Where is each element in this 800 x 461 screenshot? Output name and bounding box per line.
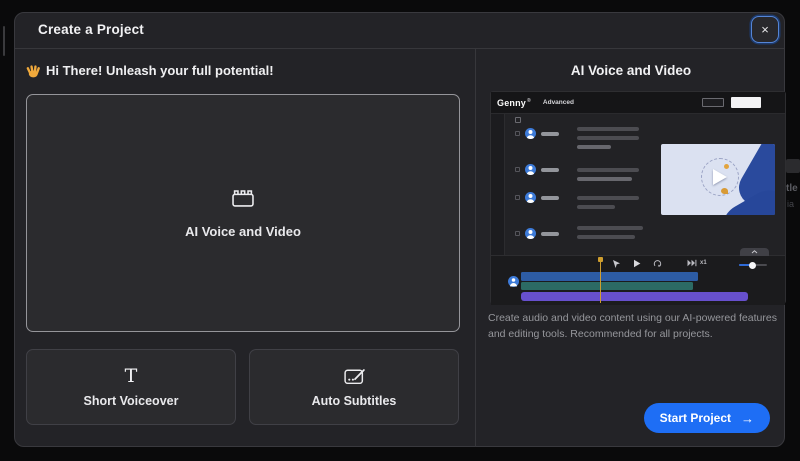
text-line-bar	[577, 177, 632, 181]
modal-title: Create a Project	[38, 22, 144, 37]
option-detail-pane: AI Voice and Video Genny® Advanced x1 Cr…	[475, 49, 786, 447]
play-button-icon	[634, 259, 641, 268]
speaker-name-bar	[541, 232, 559, 236]
timeline-collapse-tab	[740, 248, 769, 256]
background-fragment	[3, 26, 5, 56]
background-fragment	[786, 159, 800, 173]
text-line-bar	[577, 235, 635, 239]
advanced-label: Advanced	[542, 99, 574, 106]
row-checkbox	[515, 195, 520, 200]
row-checkbox	[515, 167, 520, 172]
voice-track	[521, 272, 698, 281]
option-label: Auto Subtitles	[311, 394, 397, 408]
speaker-name-bar	[541, 132, 559, 136]
skip-end-icon	[687, 259, 697, 267]
preview-solid-button	[731, 97, 761, 108]
text-line-bar	[577, 168, 639, 172]
speaker-name-bar	[541, 196, 559, 200]
start-project-button[interactable]: Start Project →	[643, 403, 770, 433]
speaker-avatar	[525, 228, 536, 239]
orange-dot	[721, 188, 728, 194]
wave-emoji-icon	[26, 65, 40, 78]
preview-outline-button	[702, 98, 724, 107]
greeting-text: Hi There! Unleash your full potential!	[46, 63, 274, 78]
play-icon	[713, 169, 727, 185]
text-line-bar	[577, 136, 639, 140]
option-ai-voice-and-video[interactable]: AI Voice and Video	[26, 94, 460, 332]
preview-script-area	[491, 114, 785, 255]
close-button[interactable]: ×	[751, 16, 779, 43]
background-fragment-text: tle	[786, 183, 798, 194]
background-fragment-text: ia	[787, 199, 795, 209]
playhead-cap	[598, 257, 603, 262]
preview-tool-icon	[515, 117, 521, 123]
text-line-bar	[577, 145, 611, 149]
text-icon: T	[124, 365, 138, 387]
option-short-voiceover[interactable]: T Short Voiceover	[26, 349, 236, 425]
row-checkbox	[515, 231, 520, 236]
preview-timeline: x1	[491, 248, 785, 305]
start-project-label: Start Project	[659, 411, 731, 425]
clapperboard-icon	[232, 190, 254, 207]
option-auto-subtitles[interactable]: Auto Subtitles	[249, 349, 459, 425]
option-description: Create audio and video content using our…	[488, 312, 777, 340]
text-line-bar	[577, 205, 615, 209]
project-options-pane: Hi There! Unleash your full potential! A…	[15, 49, 475, 447]
preview-topbar: Genny® Advanced	[491, 92, 785, 114]
loop-icon	[653, 260, 662, 267]
genny-logo: Genny®	[497, 97, 531, 108]
speaker-avatar	[525, 192, 536, 203]
speaker-avatar	[525, 128, 536, 139]
audio-track	[521, 282, 693, 290]
option-label: Short Voiceover	[83, 394, 179, 408]
row-checkbox	[515, 131, 520, 136]
subtitles-edit-icon	[343, 369, 365, 385]
greeting: Hi There! Unleash your full potential!	[26, 63, 274, 78]
text-line-bar	[577, 196, 639, 200]
speaker-avatar	[525, 164, 536, 175]
registered-mark: ®	[527, 97, 531, 104]
music-track	[521, 292, 748, 301]
playhead	[598, 257, 603, 303]
detail-title: AI Voice and Video	[570, 63, 692, 78]
track-avatar	[508, 274, 519, 292]
playback-speed: x1	[687, 259, 707, 267]
orange-dot	[724, 164, 729, 169]
text-line-bar	[577, 226, 643, 230]
preview-image: Genny® Advanced x1	[490, 91, 786, 305]
arrow-right-icon: →	[741, 410, 754, 426]
close-icon: ×	[761, 22, 769, 37]
modal-header: Create a Project ×	[15, 13, 784, 49]
slider-knob	[749, 261, 756, 269]
timeline-zoom-slider	[739, 261, 767, 269]
screen: tle ia Create a Project × Hi There! Unle…	[0, 0, 800, 461]
secondary-options: T Short Voiceover Auto Subtitles	[26, 349, 459, 425]
option-label: AI Voice and Video	[185, 224, 301, 239]
cursor-tool-icon	[613, 260, 620, 268]
text-line-bar	[577, 127, 639, 131]
preview-sidebar	[491, 114, 505, 255]
create-project-modal: Create a Project × Hi There! Unleash you…	[14, 12, 786, 447]
video-thumbnail	[661, 144, 775, 215]
speed-label: x1	[700, 260, 707, 266]
speaker-name-bar	[541, 168, 559, 172]
